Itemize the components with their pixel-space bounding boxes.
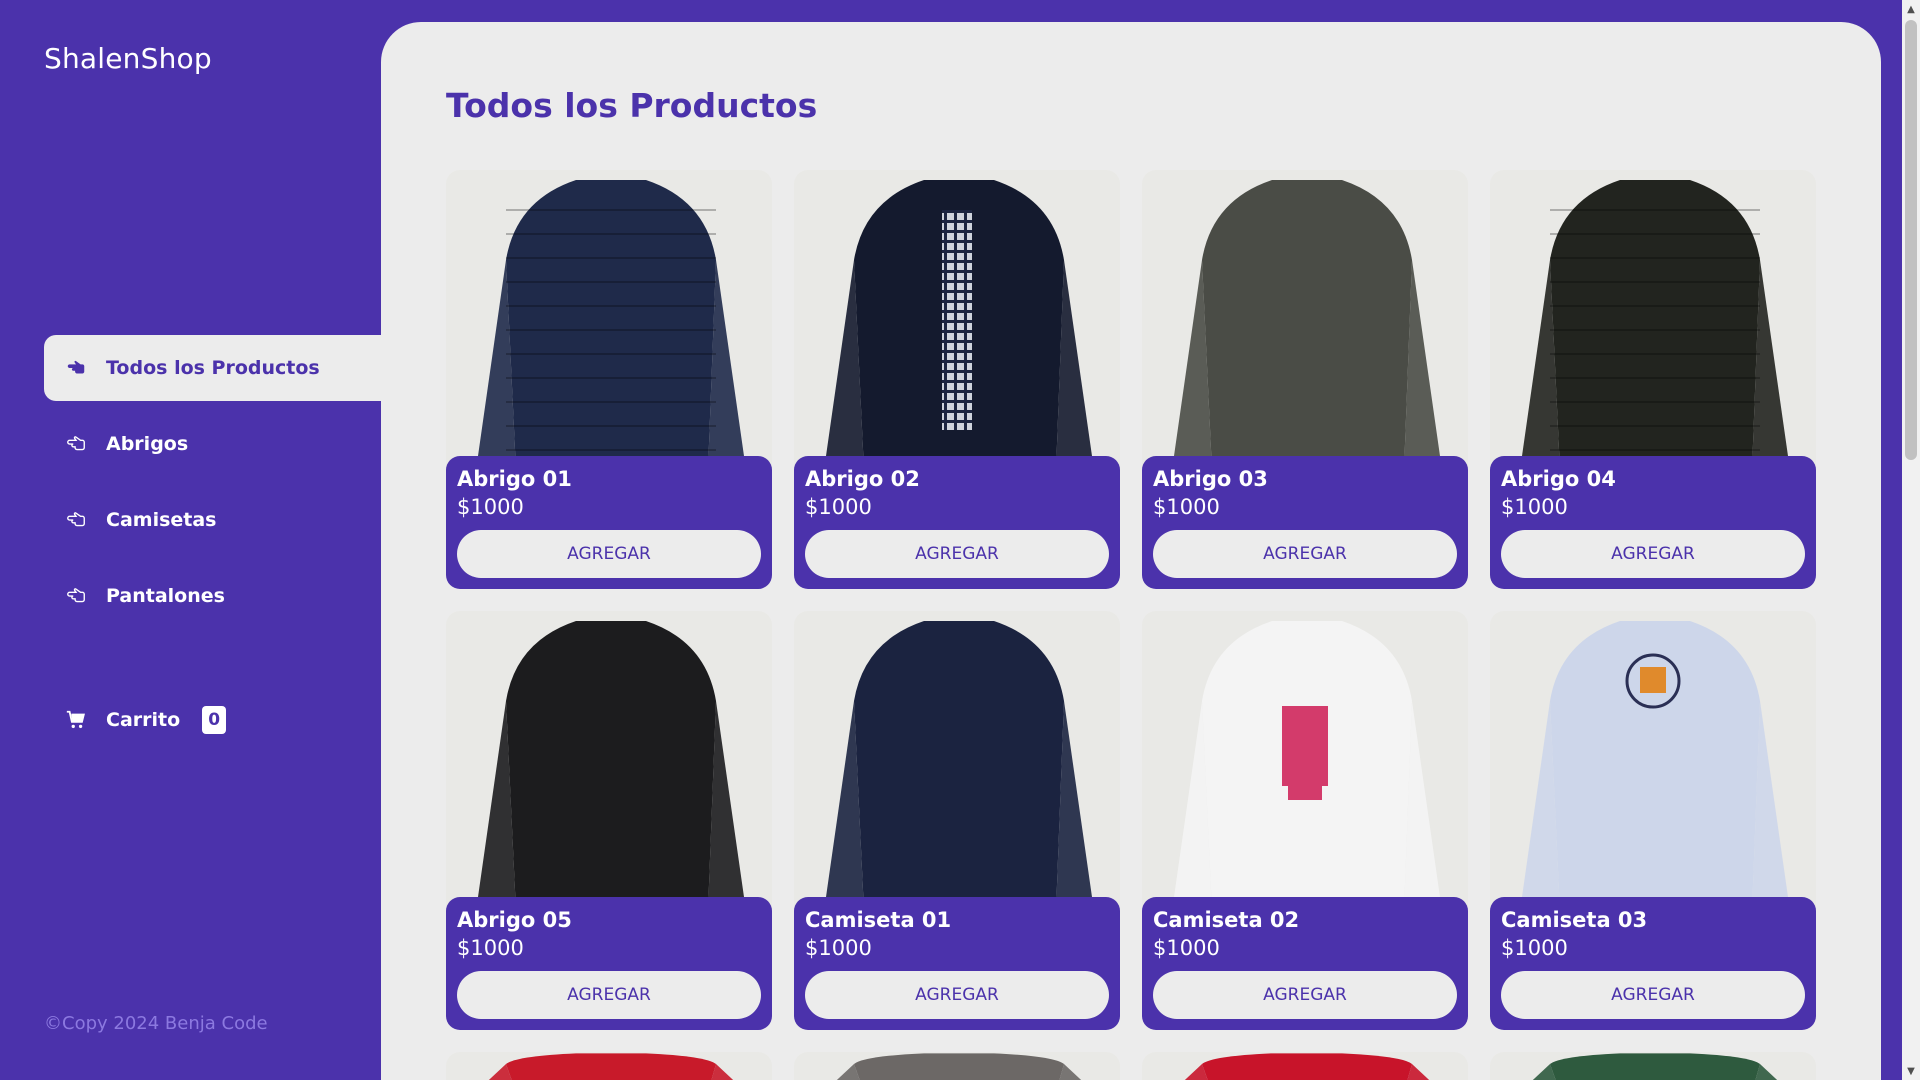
product-image[interactable] — [1142, 1052, 1468, 1080]
product-name: Camiseta 03 — [1501, 908, 1648, 932]
menu-item-abrigos[interactable]: Abrigos — [44, 411, 381, 477]
product-name: Abrigo 05 — [457, 908, 572, 932]
product-name: Abrigo 03 — [1153, 467, 1268, 491]
copyright-text: ©Copy 2024 Benja Code — [44, 1013, 268, 1034]
scroll-down-arrow-icon[interactable]: ▼ — [1902, 1062, 1920, 1080]
add-to-cart-button[interactable]: AGREGAR — [1153, 530, 1457, 578]
menu-item-todos[interactable]: Todos los Productos — [44, 335, 381, 401]
add-to-cart-button[interactable]: AGREGAR — [457, 530, 761, 578]
product-info: Abrigo 04 $1000 AGREGAR — [1490, 456, 1816, 589]
product-info: Abrigo 01 $1000 AGREGAR — [446, 456, 772, 589]
cart-icon — [64, 708, 88, 732]
cart-label: Carrito — [106, 709, 181, 731]
sidebar: ShalenShop Todos los Productos Abrigos C… — [0, 0, 381, 1080]
menu-item-label: Abrigos — [106, 433, 189, 455]
product-image[interactable] — [1142, 611, 1468, 911]
add-to-cart-button[interactable]: AGREGAR — [1501, 530, 1805, 578]
product-info: Camiseta 01 $1000 AGREGAR — [794, 897, 1120, 1030]
menu-item-label: Todos los Productos — [106, 357, 320, 379]
add-to-cart-button[interactable]: AGREGAR — [1153, 971, 1457, 1019]
product-info: Camiseta 03 $1000 AGREGAR — [1490, 897, 1816, 1030]
product-price: $1000 — [1501, 936, 1568, 960]
product-grid: Abrigo 01 $1000 AGREGAR Abrigo 02 $1000 … — [446, 170, 1816, 1080]
product-price: $1000 — [1153, 936, 1220, 960]
product-price: $1000 — [457, 936, 524, 960]
product-info: Camiseta 02 $1000 AGREGAR — [1142, 897, 1468, 1030]
scrollbar-thumb[interactable] — [1905, 20, 1917, 460]
product-card — [1490, 1052, 1816, 1080]
app: ShalenShop Todos los Productos Abrigos C… — [0, 0, 1920, 1080]
product-price: $1000 — [1501, 495, 1568, 519]
add-to-cart-button[interactable]: AGREGAR — [457, 971, 761, 1019]
product-info: Abrigo 02 $1000 AGREGAR — [794, 456, 1120, 589]
pointing-hand-icon — [64, 432, 88, 456]
product-image[interactable] — [794, 170, 1120, 470]
scroll-up-arrow-icon[interactable]: ▲ — [1902, 0, 1920, 18]
pointing-hand-icon — [64, 584, 88, 608]
page-scrollbar[interactable]: ▲ ▼ — [1902, 0, 1920, 1080]
menu-item-pantalones[interactable]: Pantalones — [44, 563, 381, 629]
product-image[interactable] — [1490, 170, 1816, 470]
pointing-hand-filled-icon — [64, 356, 88, 380]
product-card — [1142, 1052, 1468, 1080]
product-name: Camiseta 01 — [805, 908, 952, 932]
category-menu: Todos los Productos Abrigos Camisetas Pa… — [44, 335, 381, 639]
add-to-cart-button[interactable]: AGREGAR — [805, 530, 1109, 578]
product-price: $1000 — [805, 495, 872, 519]
product-name: Abrigo 02 — [805, 467, 920, 491]
product-image[interactable] — [446, 170, 772, 470]
product-card: Camiseta 02 $1000 AGREGAR — [1142, 611, 1468, 1030]
product-image[interactable] — [794, 1052, 1120, 1080]
product-name: Camiseta 02 — [1153, 908, 1300, 932]
product-card — [794, 1052, 1120, 1080]
main-content: Todos los Productos Abrigo 01 $1000 AGRE… — [381, 22, 1881, 1080]
product-image[interactable] — [1490, 611, 1816, 911]
product-image[interactable] — [794, 611, 1120, 911]
product-card: Camiseta 01 $1000 AGREGAR — [794, 611, 1120, 1030]
add-to-cart-button[interactable]: AGREGAR — [1501, 971, 1805, 1019]
logo[interactable]: ShalenShop — [44, 42, 212, 75]
product-info: Abrigo 05 $1000 AGREGAR — [446, 897, 772, 1030]
cart-count-badge: 0 — [202, 706, 227, 734]
product-card: Abrigo 01 $1000 AGREGAR — [446, 170, 772, 589]
menu-item-label: Pantalones — [106, 585, 225, 607]
product-name: Abrigo 04 — [1501, 467, 1616, 491]
product-price: $1000 — [1153, 495, 1220, 519]
add-to-cart-button[interactable]: AGREGAR — [805, 971, 1109, 1019]
product-card: Abrigo 05 $1000 AGREGAR — [446, 611, 772, 1030]
menu-item-camisetas[interactable]: Camisetas — [44, 487, 381, 553]
product-image[interactable] — [446, 611, 772, 911]
cart-button[interactable]: Carrito 0 — [44, 700, 227, 740]
product-image[interactable] — [446, 1052, 772, 1080]
product-image[interactable] — [1490, 1052, 1816, 1080]
product-card: Abrigo 03 $1000 AGREGAR — [1142, 170, 1468, 589]
pointing-hand-icon — [64, 508, 88, 532]
product-price: $1000 — [457, 495, 524, 519]
product-info: Abrigo 03 $1000 AGREGAR — [1142, 456, 1468, 589]
menu-item-label: Camisetas — [106, 509, 217, 531]
product-card: Abrigo 02 $1000 AGREGAR — [794, 170, 1120, 589]
product-price: $1000 — [805, 936, 872, 960]
product-card: Abrigo 04 $1000 AGREGAR — [1490, 170, 1816, 589]
product-card — [446, 1052, 772, 1080]
product-name: Abrigo 01 — [457, 467, 572, 491]
page-title: Todos los Productos — [446, 86, 818, 125]
product-image[interactable] — [1142, 170, 1468, 470]
product-card: Camiseta 03 $1000 AGREGAR — [1490, 611, 1816, 1030]
